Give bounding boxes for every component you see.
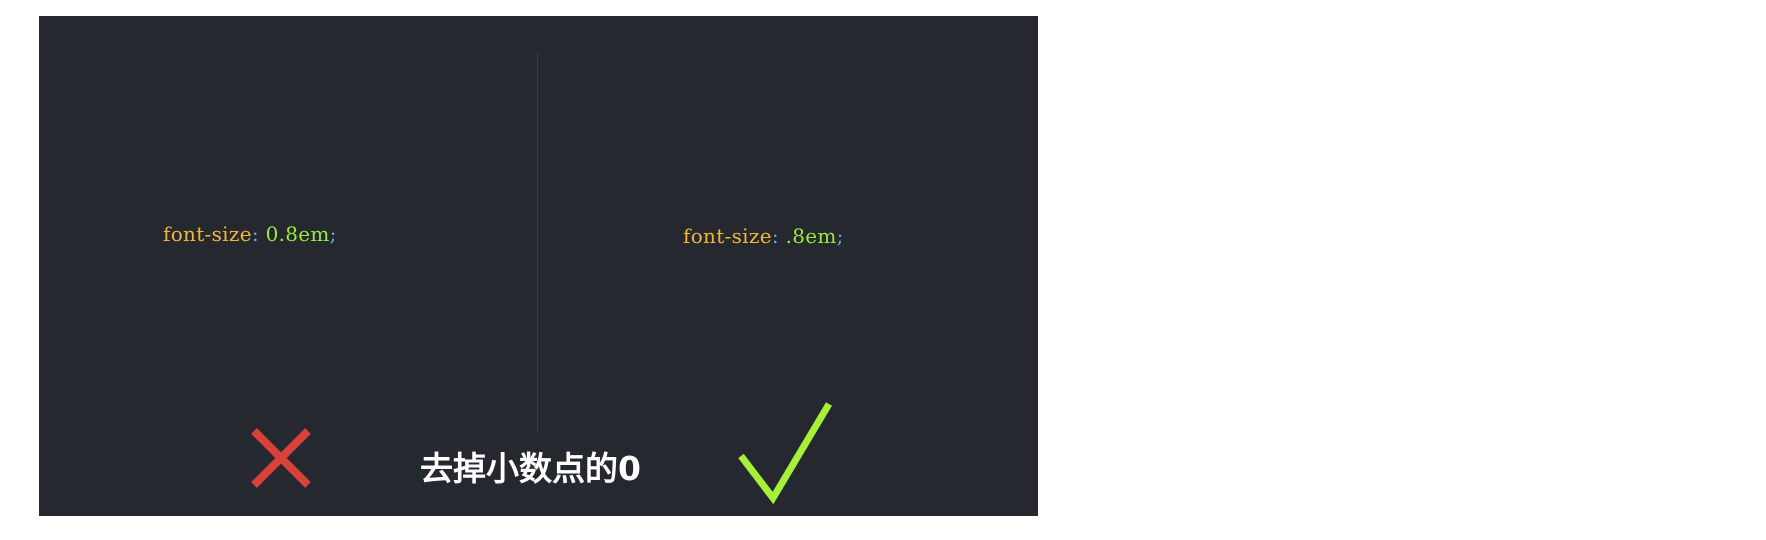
css-semicolon: ; [329, 222, 337, 246]
cross-icon [251, 428, 311, 488]
css-property: font-size [683, 224, 772, 248]
css-value: 0.8em [258, 222, 330, 246]
check-icon [738, 402, 833, 505]
css-colon: : [771, 224, 779, 248]
css-property: font-size [163, 222, 252, 246]
css-colon: : [251, 222, 259, 246]
css-semicolon: ; [836, 224, 844, 248]
divider [537, 52, 538, 432]
code-example-right: font-size: .8em; [683, 224, 844, 248]
caption: 去掉小数点的0 [420, 449, 641, 488]
code-example-wrong: font-size: 0.8em; [163, 222, 337, 246]
css-value: .8em [778, 224, 837, 248]
comparison-panel: font-size: 0.8em; font-size: .8em; 去掉小数点… [39, 16, 1038, 516]
